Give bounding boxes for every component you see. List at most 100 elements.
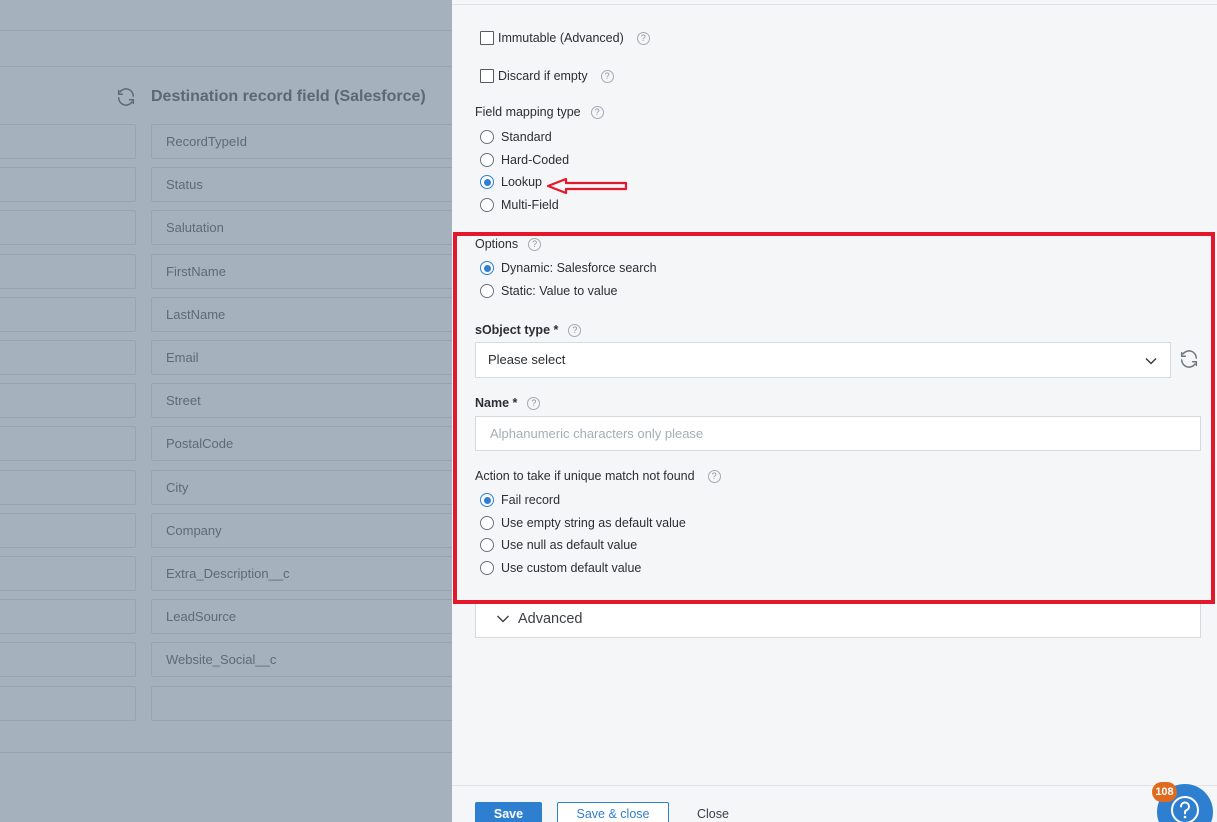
- lookup-option-radio[interactable]: [480, 261, 494, 275]
- mapping-type-radio[interactable]: [480, 130, 494, 144]
- sobject-select-value: Please select: [488, 352, 566, 367]
- discard-row: Discard if empty ?: [480, 69, 614, 83]
- options-label: Options ?: [475, 237, 542, 251]
- name-input[interactable]: [475, 416, 1201, 451]
- lookup-option-option[interactable]: Dynamic: Salesforce search: [480, 261, 657, 275]
- bg-field-row: LastName: [0, 297, 452, 332]
- unmatched-action-option-label: Fail record: [501, 493, 561, 507]
- mapping-type-radio[interactable]: [480, 175, 494, 189]
- bg-destination-field: LastName: [151, 297, 452, 332]
- mapping-type-option[interactable]: Standard: [480, 130, 552, 144]
- mapping-type-option-label: Standard: [501, 130, 552, 144]
- bg-destination-field: PostalCode: [151, 426, 452, 461]
- bg-destination-field: Street: [151, 383, 452, 418]
- bg-destination-field: Email: [151, 340, 452, 375]
- bg-destination-field: [151, 686, 452, 721]
- save-button[interactable]: Save: [475, 802, 542, 822]
- name-label-text: Name *: [475, 396, 518, 410]
- mapping-type-option-label: Hard-Coded: [501, 152, 570, 167]
- mapping-type-option[interactable]: Lookup: [480, 175, 542, 189]
- bg-source-cell: [0, 426, 136, 461]
- unmatched-action-option-label: Use null as default value: [501, 538, 638, 552]
- help-icon[interactable]: ?: [527, 396, 541, 410]
- unmatched-action-option[interactable]: Use custom default value: [480, 560, 642, 575]
- bg-field-row: [0, 686, 452, 721]
- lookup-option-option-label: Dynamic: Salesforce search: [501, 261, 657, 275]
- bg-field-row: City: [0, 470, 452, 505]
- help-icon[interactable]: ?: [636, 31, 650, 45]
- action-label-text: Action to take if unique match not found: [475, 469, 695, 483]
- bg-destination-field: LeadSource: [151, 599, 452, 634]
- unmatched-action-option[interactable]: Fail record: [480, 493, 560, 507]
- help-icon[interactable]: ?: [568, 323, 582, 337]
- discard-label: Discard if empty: [498, 69, 588, 83]
- bg-source-cell: [0, 340, 136, 375]
- unmatched-action-option[interactable]: Use null as default value: [480, 538, 637, 552]
- discard-checkbox[interactable]: [480, 69, 494, 83]
- bg-source-cell: [0, 470, 136, 505]
- refresh-icon[interactable]: [1178, 348, 1200, 370]
- immutable-row: Immutable (Advanced) ?: [480, 31, 650, 45]
- mapping-type-option[interactable]: Multi-Field: [480, 197, 559, 212]
- bg-field-row: PostalCode: [0, 426, 452, 461]
- mapping-type-option-label: Multi-Field: [501, 197, 559, 212]
- bg-source-cell: [0, 383, 136, 418]
- bg-source-cell: [0, 513, 136, 548]
- advanced-accordion[interactable]: Advanced: [475, 600, 1201, 638]
- chevron-down-icon: [1145, 357, 1157, 365]
- unmatched-action-radio[interactable]: [480, 538, 494, 552]
- refresh-icon: [117, 88, 135, 106]
- bg-field-row: Company: [0, 513, 452, 548]
- help-icon[interactable]: ?: [590, 105, 604, 119]
- bg-source-cell: [0, 642, 136, 677]
- bg-source-cell: [0, 124, 136, 159]
- bg-destination-field: Salutation: [151, 210, 452, 245]
- unmatched-action-radio[interactable]: [480, 560, 494, 575]
- help-icon[interactable]: ?: [528, 237, 542, 251]
- background-overlay: Destination record field (Salesforce) Re…: [0, 0, 452, 822]
- bg-field-row: RecordTypeId: [0, 124, 452, 159]
- sobject-label-text: sObject type *: [475, 323, 559, 337]
- bg-destination-field: Status: [151, 167, 452, 202]
- unmatched-action-option[interactable]: Use empty string as default value: [480, 515, 686, 530]
- bg-field-row: LeadSource: [0, 599, 452, 634]
- help-icon[interactable]: ?: [600, 69, 614, 83]
- bg-source-cell: [0, 254, 136, 289]
- unmatched-action-option-label: Use custom default value: [501, 560, 642, 575]
- mapping-type-radio[interactable]: [480, 152, 494, 167]
- help-icon[interactable]: ?: [707, 469, 721, 483]
- bg-divider: [0, 66, 452, 67]
- chevron-down-icon: [497, 615, 509, 623]
- bg-header-title: Destination record field (Salesforce): [151, 88, 426, 105]
- bg-divider: [0, 30, 452, 31]
- bg-source-cell: [0, 210, 136, 245]
- bg-field-row: Email: [0, 340, 452, 375]
- lookup-option-radio[interactable]: [480, 283, 494, 298]
- mapping-type-option-label: Lookup: [501, 175, 543, 189]
- bg-field-row: FirstName: [0, 254, 452, 289]
- bg-field-row: Salutation: [0, 210, 452, 245]
- lookup-option-option[interactable]: Static: Value to value: [480, 283, 618, 298]
- lookup-option-option-label: Static: Value to value: [501, 283, 618, 298]
- unmatched-action-option-label: Use empty string as default value: [501, 515, 686, 530]
- bg-destination-field: FirstName: [151, 254, 452, 289]
- immutable-label: Immutable (Advanced): [498, 31, 624, 45]
- immutable-checkbox[interactable]: [480, 31, 494, 45]
- bg-header: Destination record field (Salesforce): [115, 86, 426, 108]
- bg-field-row: Status: [0, 167, 452, 202]
- bg-source-cell: [0, 167, 136, 202]
- drawer-footer: Save Save & close Close: [452, 785, 1217, 822]
- save-and-close-button[interactable]: Save & close: [557, 802, 669, 822]
- unmatched-action-radio[interactable]: [480, 515, 494, 530]
- bg-source-cell: [0, 556, 136, 591]
- bg-field-row: Extra_Description__c: [0, 556, 452, 591]
- close-button[interactable]: Close: [684, 802, 742, 822]
- mapping-type-radio[interactable]: [480, 197, 494, 212]
- sobject-select[interactable]: Please select: [475, 342, 1171, 378]
- bg-source-cell: [0, 686, 136, 721]
- action-label: Action to take if unique match not found…: [475, 469, 721, 483]
- unmatched-action-radio[interactable]: [480, 493, 494, 507]
- mapping-type-option[interactable]: Hard-Coded: [480, 152, 570, 167]
- advanced-label: Advanced: [518, 611, 583, 627]
- bg-destination-field: Website_Social__c: [151, 642, 452, 677]
